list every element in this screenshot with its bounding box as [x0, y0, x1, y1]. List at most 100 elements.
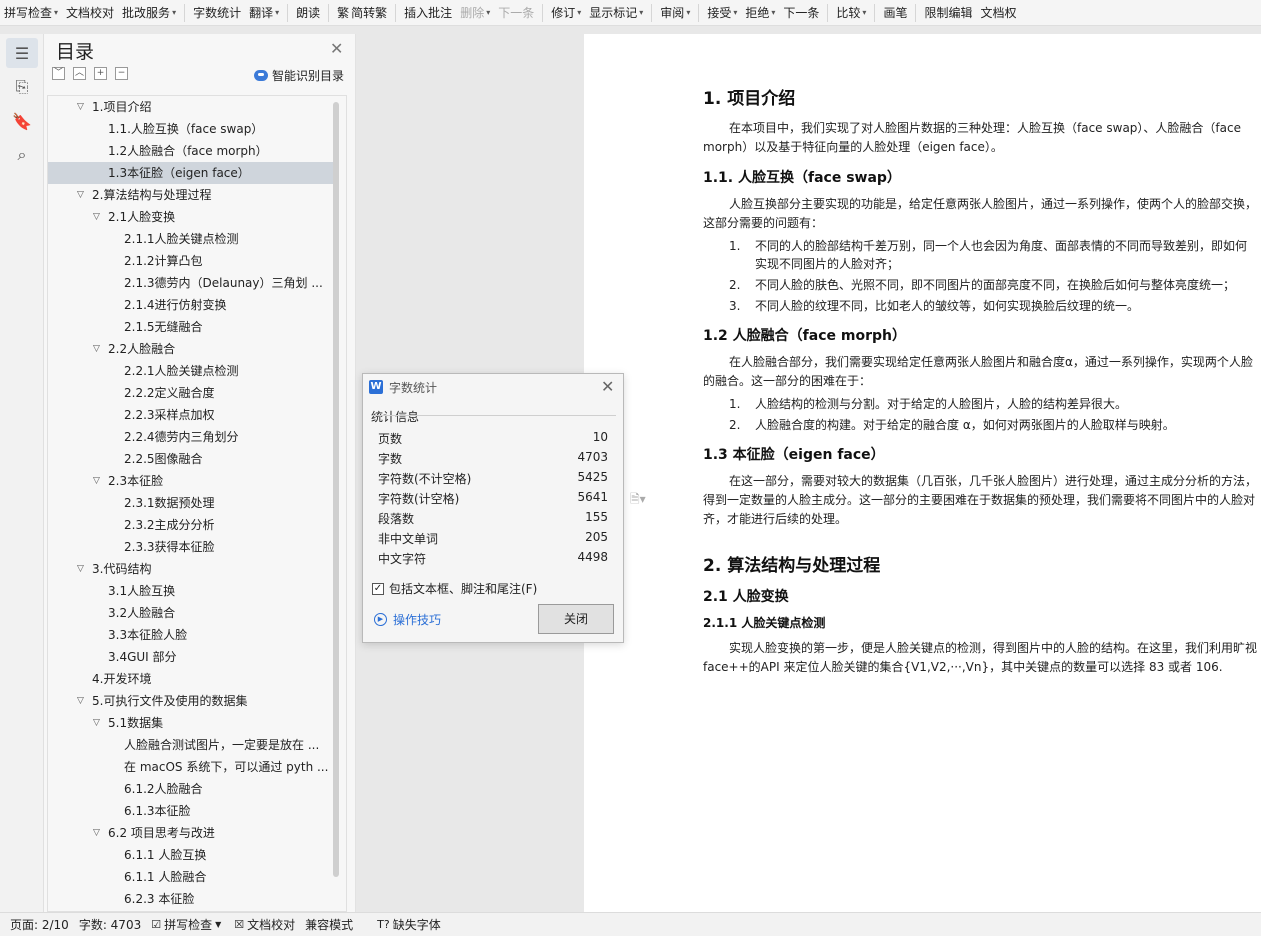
- chevron-down-icon[interactable]: ▽: [93, 338, 100, 360]
- toolbar-item-4[interactable]: 翻译 ▾: [245, 2, 283, 24]
- toc-item-label: 1.项目介绍: [92, 100, 152, 114]
- toolbar-item-10[interactable]: 修订 ▾: [547, 2, 585, 24]
- toolbar-item-18[interactable]: 限制编辑: [920, 2, 976, 24]
- toc-item[interactable]: 1.2人脸融合（face morph）: [48, 140, 334, 162]
- toc-item[interactable]: 3.1人脸互换: [48, 580, 334, 602]
- toc-item[interactable]: 2.1.1人脸关键点检测: [48, 228, 334, 250]
- bookmark-icon[interactable]: 🔖: [6, 106, 38, 136]
- toc-item[interactable]: ▽ 2.2人脸融合: [48, 338, 334, 360]
- toolbar-separator: [184, 3, 186, 22]
- toolbar-item-7[interactable]: 插入批注: [400, 2, 456, 24]
- toc-item[interactable]: 2.2.2定义融合度: [48, 382, 334, 404]
- toolbar-item-2[interactable]: 批改服务 ▾: [118, 2, 180, 24]
- chevron-down-icon[interactable]: ▽: [93, 470, 100, 492]
- stat-label: 页数: [378, 432, 403, 446]
- chevron-down-icon[interactable]: ▽: [93, 712, 100, 734]
- toolbar-item-16[interactable]: 比较 ▾: [832, 2, 870, 24]
- toolbar-item-8[interactable]: 删除 ▾: [456, 2, 494, 24]
- toc-item[interactable]: 3.3本征脸人脸: [48, 624, 334, 646]
- toc-item[interactable]: ▽ 2.3本征脸: [48, 470, 334, 492]
- chevron-down-icon[interactable]: ▽: [77, 690, 84, 712]
- close-icon[interactable]: ✕: [330, 39, 343, 58]
- toolbar-item-13[interactable]: 接受 ▾: [703, 2, 741, 24]
- toc-item[interactable]: 6.1.1 人脸互换: [48, 844, 334, 866]
- list-text: 人脸结构的检测与分割。对于给定的人脸图片，人脸的结构差异很大。: [755, 397, 1128, 411]
- toc-item[interactable]: 3.2人脸融合: [48, 602, 334, 624]
- close-icon[interactable]: ✕: [601, 377, 614, 396]
- remove-icon[interactable]: −: [115, 67, 128, 80]
- toc-item[interactable]: 4.开发环境: [48, 668, 334, 690]
- tips-link[interactable]: ▶ 操作技巧: [374, 611, 441, 628]
- collapse-up-icon[interactable]: ︿: [73, 67, 86, 80]
- toc-item[interactable]: ▽ 6.2 项目思考与改进: [48, 822, 334, 844]
- toc-item[interactable]: ▽ 1.项目介绍: [48, 96, 334, 118]
- missing-font-status[interactable]: T? 缺失字体: [377, 916, 441, 933]
- toc-item[interactable]: ▽ 2.1人脸变换: [48, 206, 334, 228]
- toc-item[interactable]: 2.1.3德劳内（Delaunay）三角划 ...: [48, 272, 334, 294]
- toc-icon[interactable]: ☰: [6, 38, 38, 68]
- chevron-down-icon[interactable]: ▽: [77, 96, 84, 118]
- toc-item[interactable]: 2.2.1人脸关键点检测: [48, 360, 334, 382]
- toc-item[interactable]: 6.1.1 人脸融合: [48, 866, 334, 888]
- toc-item[interactable]: 1.3本征脸（eigen face）: [48, 162, 334, 184]
- toolbar-item-14[interactable]: 拒绝 ▾: [741, 2, 779, 24]
- add-icon[interactable]: +: [94, 67, 107, 80]
- toolbar-item-1[interactable]: 文档校对: [62, 2, 118, 24]
- toc-item[interactable]: ▽ 5.1数据集: [48, 712, 334, 734]
- toolbar-item-9[interactable]: 下一条: [494, 2, 538, 24]
- toc-item[interactable]: 6.1.2人脸融合: [48, 778, 334, 800]
- toc-item[interactable]: 6.1.3本征脸: [48, 800, 334, 822]
- proofread-status[interactable]: ☒ 文档校对: [234, 916, 295, 933]
- toc-item-label: 6.2.3 本征脸: [124, 892, 195, 906]
- toc-item[interactable]: 2.2.3采样点加权: [48, 404, 334, 426]
- chevron-down-icon[interactable]: ▽: [93, 206, 100, 228]
- heading-1-1: 1.1. 人脸互换（face swap）: [703, 170, 901, 186]
- chevron-down-icon: ▾: [771, 8, 776, 17]
- document-page[interactable]: 1. 项目介绍 在本项目中，我们实现了对人脸图片数据的三种处理：人脸互换（fac…: [584, 34, 1261, 912]
- toolbar-item-12[interactable]: 审阅 ▾: [656, 2, 694, 24]
- toc-scrollbar[interactable]: [333, 102, 339, 877]
- toc-item[interactable]: ▽ 3.代码结构: [48, 558, 334, 580]
- toc-item[interactable]: ▽ 2.算法结构与处理过程: [48, 184, 334, 206]
- app-logo-icon: W: [369, 380, 383, 394]
- toc-item[interactable]: 2.1.4进行仿射变换: [48, 294, 334, 316]
- toolbar-item-5[interactable]: 朗读: [292, 2, 324, 24]
- toc-item[interactable]: 2.1.2计算凸包: [48, 250, 334, 272]
- toc-item[interactable]: 2.3.1数据预处理: [48, 492, 334, 514]
- toc-item[interactable]: 人脸融合测试图片，一定要是放在 ...: [48, 734, 334, 756]
- include-footnotes-checkbox[interactable]: ✓ 包括文本框、脚注和尾注(F): [372, 580, 537, 597]
- chevron-down-icon[interactable]: ▽: [93, 822, 100, 844]
- toolbar-item-6[interactable]: 繁简转繁: [333, 2, 391, 24]
- toc-item[interactable]: 3.4GUI 部分: [48, 646, 334, 668]
- chevron-down-icon: ▾: [486, 8, 491, 17]
- toc-item[interactable]: 2.1.5无缝融合: [48, 316, 334, 338]
- search-icon[interactable]: ⌕: [6, 140, 38, 170]
- toc-item[interactable]: 2.3.2主成分分析: [48, 514, 334, 536]
- toc-item[interactable]: 2.2.4德劳内三角划分: [48, 426, 334, 448]
- toolbar-item-15[interactable]: 下一条: [779, 2, 823, 24]
- chevron-down-icon[interactable]: ▽: [77, 184, 84, 206]
- toc-item[interactable]: 6.2.3 本征脸: [48, 888, 334, 910]
- toc-item[interactable]: 1.1.人脸互换（face swap）: [48, 118, 334, 140]
- toc-item[interactable]: 2.3.3获得本征脸: [48, 536, 334, 558]
- toc-item-label: 2.3.2主成分分析: [124, 518, 215, 532]
- toolbar-item-0[interactable]: 拼写检查 ▾: [0, 2, 62, 24]
- word-count-indicator[interactable]: 字数: 4703: [79, 916, 141, 933]
- page-indicator[interactable]: 页面: 2/10: [10, 916, 69, 933]
- toolbar-item-11[interactable]: 显示标记 ▾: [585, 2, 647, 24]
- toc-item[interactable]: ▽ 5.可执行文件及使用的数据集: [48, 690, 334, 712]
- toolbar-item-label: 比较: [836, 6, 861, 20]
- toolbar-item-19[interactable]: 文档权: [976, 2, 1020, 24]
- toolbar-item-3[interactable]: 字数统计: [189, 2, 245, 24]
- paste-options-icon[interactable]: 🗎▾: [630, 490, 646, 511]
- toc-item[interactable]: 在 macOS 系统下，可以通过 pyth ...: [48, 756, 334, 778]
- toc-item[interactable]: 2.2.5图像融合: [48, 448, 334, 470]
- close-button[interactable]: 关闭: [538, 604, 614, 634]
- toolbar-item-17[interactable]: 画笔: [879, 2, 911, 24]
- spell-check-status[interactable]: ☑ 拼写检查 ▼: [151, 916, 224, 933]
- compat-mode[interactable]: 兼容模式: [305, 916, 353, 933]
- chevron-down-icon[interactable]: ▽: [77, 558, 84, 580]
- smart-toc-button[interactable]: 智能识别目录: [254, 67, 344, 84]
- chapter-nav-icon[interactable]: ⎘: [6, 72, 38, 102]
- expand-down-icon[interactable]: ﹀: [52, 67, 65, 80]
